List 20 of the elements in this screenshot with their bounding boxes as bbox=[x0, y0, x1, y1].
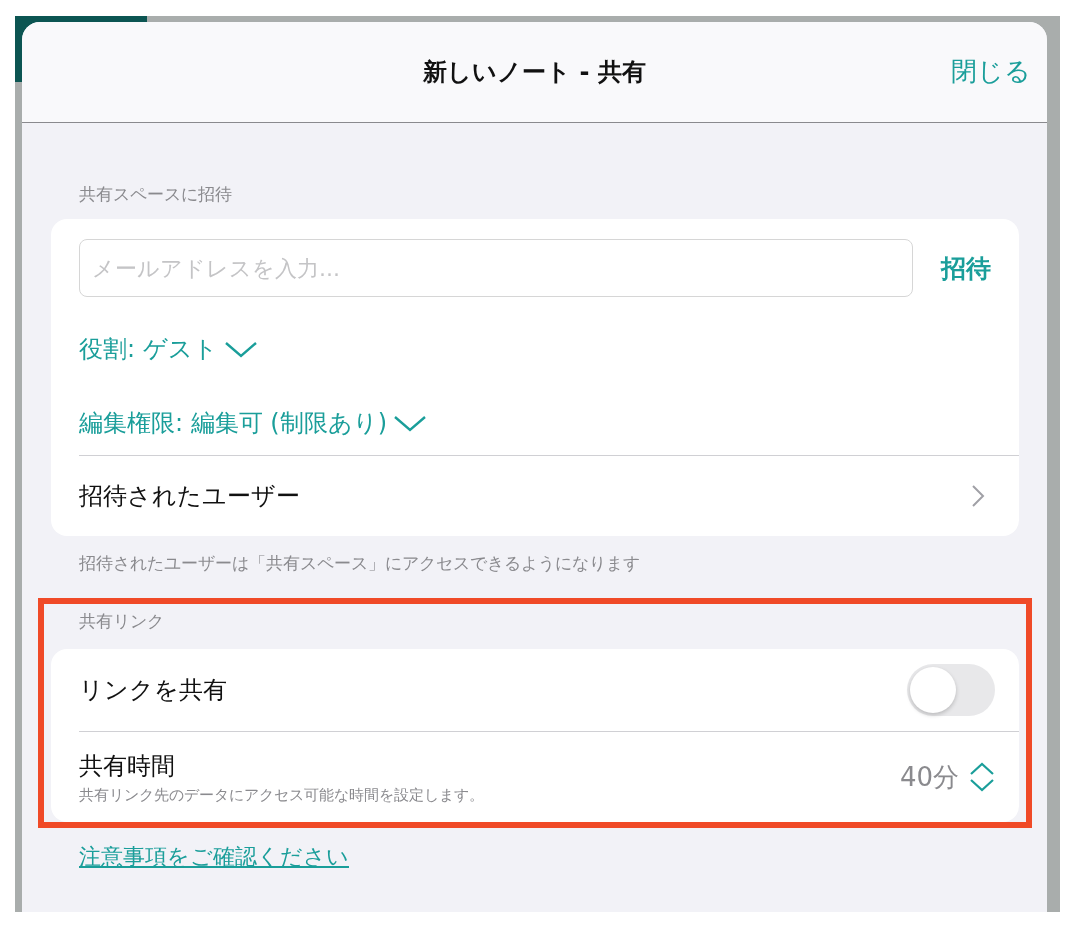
section-header: 共有リンク bbox=[78, 610, 165, 633]
edit-permission-dropdown[interactable]: 編集権限: 編集可 (制限あり) bbox=[79, 407, 428, 439]
notice-link[interactable]: 注意事項をご確認ください bbox=[79, 842, 349, 872]
share-link-label: リンクを共有 bbox=[79, 675, 227, 706]
share-link-toggle[interactable] bbox=[907, 664, 995, 716]
sheet-title: 新しいノート - 共有 bbox=[423, 57, 646, 88]
invite-button[interactable]: 招待 bbox=[941, 251, 991, 285]
close-button[interactable]: 閉じる bbox=[951, 54, 1031, 89]
caret-icon bbox=[393, 414, 428, 432]
invited-users-item[interactable]: 招待されたユーザー bbox=[79, 456, 1019, 536]
email-field[interactable]: メールアドレスを入力... bbox=[79, 239, 913, 297]
duration-picker[interactable]: 40分 bbox=[899, 759, 995, 795]
up-down-icon bbox=[969, 762, 995, 792]
share-time-label: 共有時間 bbox=[79, 750, 176, 782]
share-time-description: 共有リンク先のデータにアクセス可能な時間を設定します。 bbox=[79, 785, 484, 805]
section-footer: 招待されたユーザーは「共有スペース」にアクセスできるようになります bbox=[51, 536, 1019, 598]
chevron-right-icon bbox=[971, 484, 985, 508]
caret-icon bbox=[223, 340, 258, 358]
role-dropdown[interactable]: 役割: ゲスト bbox=[79, 333, 258, 365]
section-header: 共有スペースに招待 bbox=[78, 183, 233, 206]
